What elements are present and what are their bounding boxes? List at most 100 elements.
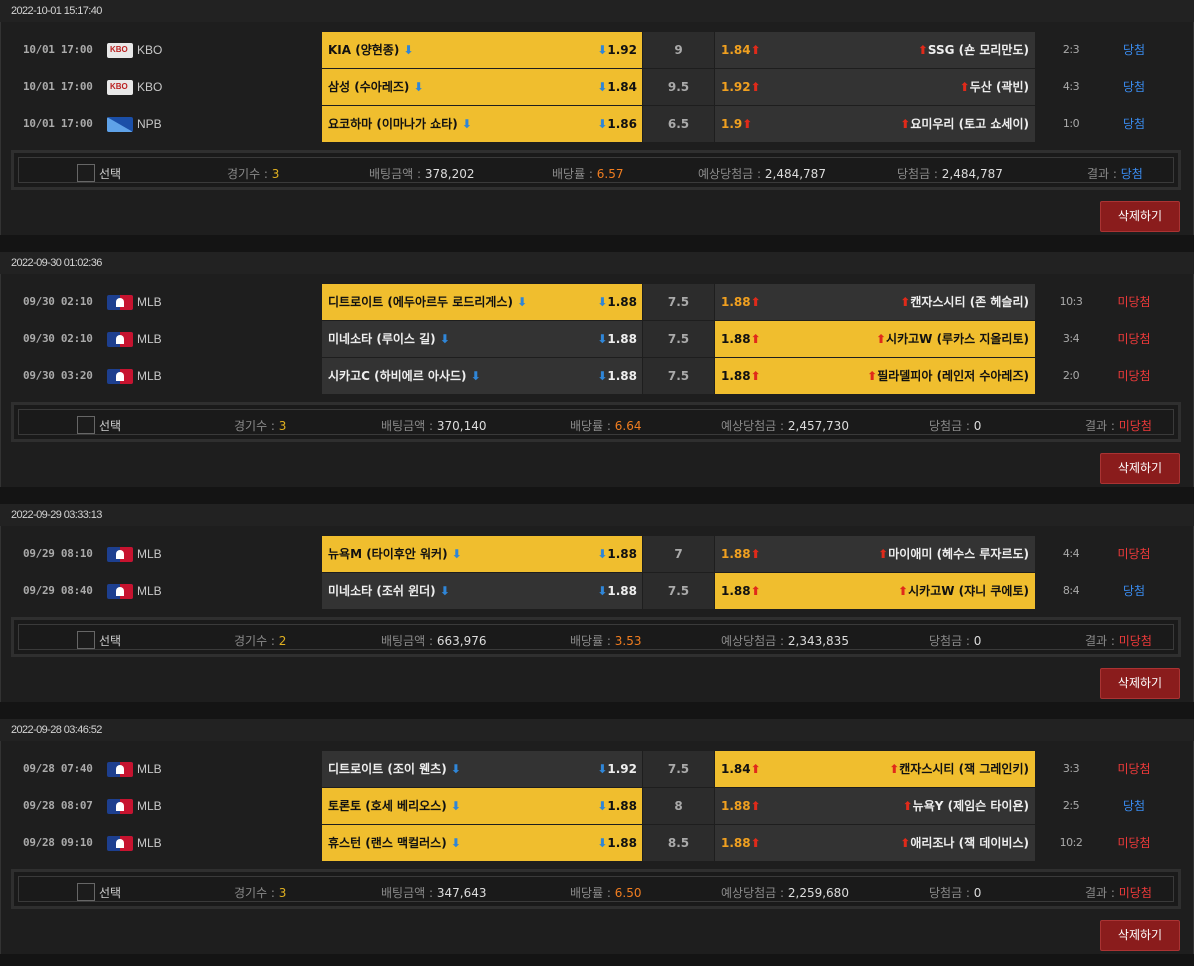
home-team-name: 미네소타 (루이스 길) ⬇ [328,321,450,357]
home-team-pick[interactable]: 요코하마 (이마나가 쇼타) ⬇ ⬇1.86 [322,106,642,142]
away-odds: 1.88⬆ [721,788,761,824]
kbo-logo [107,43,133,58]
game-row: 09/29 08:10 MLB 뉴욕M (타이후안 워커) ⬇ ⬇1.88 7 1.88⬆… [1,536,1193,573]
home-odds-value: 1.88 [607,332,637,346]
select-checkbox[interactable] [77,164,95,182]
away-team-pick[interactable]: 1.88⬆ ⬆시카고W (루카스 지올리토) [715,321,1035,357]
summary-result: 결과 : 미당첨 [1085,877,1152,909]
away-team-pick[interactable]: 1.84⬆ ⬆캔자스시티 (잭 그레인키) [715,751,1035,787]
home-odds-value: 1.88 [607,369,637,383]
away-team-name: ⬆캔자스시티 (존 헤슬리) [900,284,1029,320]
arrow-down-icon: ⬇ [399,43,414,57]
away-odds: 1.88⬆ [721,825,761,861]
summary-bet: 배팅금액 : 347,643 [381,877,486,909]
summary-games-label: 경기수 : [234,634,279,648]
bet-timestamp: 2022-09-28 03:46:52 [0,719,1194,741]
summary-won: 당첨금 : 0 [929,877,981,909]
summary-games-value: 3 [271,167,280,181]
away-team-pick[interactable]: 1.88⬆ ⬆뉴욕Y (제임슨 타이욘) [715,788,1035,824]
home-team-pick[interactable]: 뉴욕M (타이후안 워커) ⬇ ⬇1.88 [322,536,642,572]
arrow-down-icon: ⬇ [446,836,461,850]
mlb-logo [107,799,133,814]
summary-bet-label: 배팅금액 : [381,634,437,648]
summary-won-label: 당첨금 : [929,886,974,900]
game-date: 09/29 08:10 [23,547,93,560]
away-team-name: ⬆필라델피아 (레인저 수아레즈) [867,358,1029,394]
summary-odds-value: 3.53 [614,634,642,648]
select-checkbox[interactable] [77,883,95,901]
arrow-down-icon: ⬇ [597,117,608,131]
handicap-value: 7.5 [643,284,714,320]
summary-games: 경기수 : 2 [234,625,286,657]
game-date: 09/29 08:40 [23,584,93,597]
handicap-value: 7.5 [643,751,714,787]
home-team-pick[interactable]: 미네소타 (조쉬 윈더) ⬇ ⬇1.88 [322,573,642,609]
arrow-down-icon: ⬇ [597,80,608,94]
away-team-name: ⬆캔자스시티 (잭 그레인키) [889,751,1029,787]
home-team-pick[interactable]: 삼성 (수아레즈) ⬇ ⬇1.84 [322,69,642,105]
away-team-pick[interactable]: 1.88⬆ ⬆시카고W (쟈니 쿠에토) [715,573,1035,609]
arrow-up-icon: ⬆ [889,762,900,776]
home-odds-value: 1.88 [607,836,637,850]
bet-timestamp: 2022-09-30 01:02:36 [0,252,1194,274]
away-team-name: ⬆마이애미 (헤수스 루자르도) [878,536,1029,572]
arrow-up-icon: ⬆ [750,799,761,813]
away-team-pick[interactable]: 1.88⬆ ⬆애리조나 (잭 데이비스) [715,825,1035,861]
delete-button[interactable]: 삭제하기 [1100,920,1180,951]
home-team-pick[interactable]: 토론토 (호세 베리오스) ⬇ ⬇1.88 [322,788,642,824]
select-checkbox[interactable] [77,631,95,649]
game-row: 09/28 09:10 MLB 휴스턴 (랜스 맥컬러스) ⬇ ⬇1.88 8.5 1.8… [1,825,1193,862]
arrow-down-icon: ⬇ [409,80,424,94]
delete-button[interactable]: 삭제하기 [1100,453,1180,484]
away-team-pick[interactable]: 1.88⬆ ⬆필라델피아 (레인저 수아레즈) [715,358,1035,394]
handicap-value: 6.5 [643,106,714,142]
away-team-pick[interactable]: 1.9⬆ ⬆요미우리 (토고 쇼세이) [715,106,1035,142]
handicap-value: 8 [643,788,714,824]
game-date: 09/30 03:20 [23,369,93,382]
summary-won-value: 0 [973,886,982,900]
home-team-name: 뉴욕M (타이후안 워커) ⬇ [328,536,462,572]
bet-summary: 선택 경기수 : 3 배팅금액 : 347,643 배당률 : 6.50 예상당첨금 :… [11,869,1181,909]
league-name: KBO [137,43,163,57]
league-name: MLB [137,295,162,309]
home-team-pick[interactable]: KIA (양현종) ⬇ ⬇1.92 [322,32,642,68]
home-team-label: 뉴욕M (타이후안 워커) [328,547,448,561]
away-team-label: 애리조나 (잭 데이비스) [910,836,1029,850]
home-team-label: 디트로이트 (에두아르두 로드리게스) [328,295,513,309]
home-odds: ⬇1.88 [597,825,637,861]
away-odds: 1.84⬆ [721,32,761,68]
away-team-pick[interactable]: 1.88⬆ ⬆캔자스시티 (존 헤슬리) [715,284,1035,320]
away-team-name: ⬆시카고W (루카스 지올리토) [876,321,1029,357]
away-team-label: 두산 (곽빈) [969,80,1029,94]
delete-button[interactable]: 삭제하기 [1100,201,1180,232]
arrow-down-icon: ⬇ [597,584,608,598]
summary-result-label: 결과 : [1085,634,1119,648]
arrow-up-icon: ⬆ [898,584,909,598]
summary-expected: 예상당첨금 : 2,484,787 [698,158,826,190]
arrow-up-icon: ⬆ [742,117,753,131]
arrow-down-icon: ⬇ [597,43,608,57]
league-name: MLB [137,369,162,383]
away-team-name: ⬆SSG (숀 모리만도) [918,32,1029,68]
game-list: 09/29 08:10 MLB 뉴욕M (타이후안 워커) ⬇ ⬇1.88 7 1.88⬆… [1,536,1193,610]
game-score: 2:3 [1062,43,1080,56]
home-team-pick[interactable]: 디트로이트 (조이 웬츠) ⬇ ⬇1.92 [322,751,642,787]
game-row: 10/01 17:00KBO삼성 (수아레즈) ⬇⬇1.849.51.92⬆⬆두… [1,69,1193,106]
away-team-pick[interactable]: 1.92⬆ ⬆두산 (곽빈) [715,69,1035,105]
away-odds: 1.88⬆ [721,358,761,394]
home-team-pick[interactable]: 휴스턴 (랜스 맥컬러스) ⬇ ⬇1.88 [322,825,642,861]
home-team-pick[interactable]: 미네소타 (루이스 길) ⬇ ⬇1.88 [322,321,642,357]
mlb-logo [107,836,133,851]
select-checkbox[interactable] [77,416,95,434]
select-label: 선택 [99,886,122,900]
away-odds-value: 1.88 [721,836,751,850]
delete-button[interactable]: 삭제하기 [1100,668,1180,699]
home-team-pick[interactable]: 디트로이트 (에두아르두 로드리게스) ⬇ ⬇1.88 [322,284,642,320]
away-team-pick[interactable]: 1.84⬆ ⬆SSG (숀 모리만도) [715,32,1035,68]
game-date: 10/01 17:00 [23,43,93,56]
away-team-pick[interactable]: 1.88⬆ ⬆마이애미 (헤수스 루자르도) [715,536,1035,572]
summary-games: 경기수 : 3 [227,158,279,190]
home-team-pick[interactable]: 시카고C (하비에르 아사드) ⬇ ⬇1.88 [322,358,642,394]
arrow-down-icon: ⬇ [597,799,608,813]
league-name: MLB [137,332,162,346]
